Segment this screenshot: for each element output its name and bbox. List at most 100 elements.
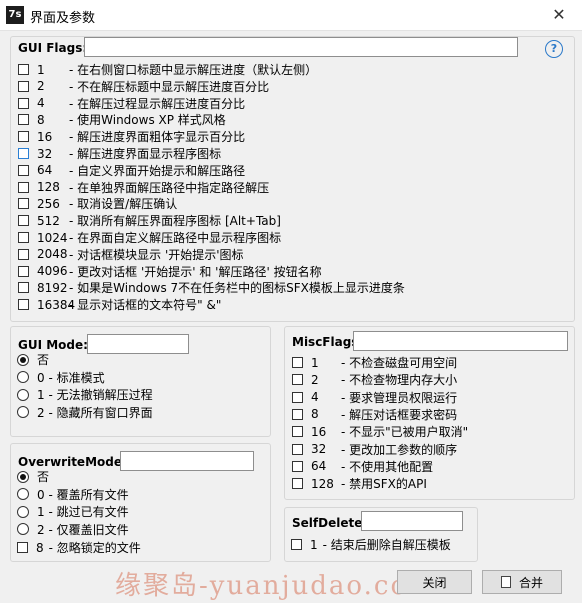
window-title: 界面及参数 — [30, 11, 96, 26]
misc-flag-checkbox[interactable] — [292, 374, 303, 386]
gui-flag-label: - 自定义界面开始提示和解压路径 — [69, 163, 246, 178]
gui-flag-value: 1 — [37, 62, 45, 77]
gui-flag-checkbox[interactable] — [18, 64, 29, 75]
misc-flag-value: 32 — [311, 442, 327, 456]
gui-mode-option[interactable]: 否 — [17, 351, 49, 368]
gui-flag-checkbox[interactable] — [18, 181, 29, 193]
gui-mode-radio[interactable] — [17, 371, 29, 383]
gui-flag-value: 4 — [37, 96, 45, 111]
misc-flags-input[interactable] — [353, 331, 568, 351]
misc-flag-row[interactable]: 16 - 不显示"已被用户取消" — [292, 423, 468, 440]
gui-flag-row[interactable]: 1024- 在界面自定义解压路径中显示程序图标 — [18, 229, 281, 246]
gui-flag-row[interactable]: 8192- 如果是Windows 7不在任务栏中的图标SFX模板上显示进度条 — [18, 279, 405, 296]
misc-flag-row[interactable]: 1 - 不检查磁盘可用空间 — [292, 354, 457, 371]
gui-flag-row[interactable]: 16384- 显示对话框的文本符号" &" — [18, 296, 221, 313]
misc-flag-checkbox[interactable] — [292, 460, 303, 472]
overwrite-mode-label: OverwriteMode: — [18, 455, 127, 469]
gui-mode-label: GUI Mode: — [18, 338, 88, 352]
close-window-icon[interactable]: ✕ — [536, 0, 582, 30]
gui-mode-radio[interactable] — [17, 406, 29, 418]
misc-flag-row[interactable]: 2 - 不检查物理内存大小 — [292, 371, 457, 388]
gui-flag-value: 1024 — [37, 230, 68, 245]
overwrite-mode-option-label: 0 - 覆盖所有文件 — [37, 487, 129, 502]
self-delete-input[interactable] — [361, 511, 463, 531]
gui-flag-checkbox[interactable] — [18, 97, 29, 109]
gui-flags-input[interactable] — [84, 37, 518, 57]
gui-flag-label: - 取消设置/解压确认 — [69, 197, 178, 212]
gui-flag-checkbox[interactable] — [18, 114, 29, 126]
gui-mode-option[interactable]: 0 - 标准模式 — [17, 369, 105, 386]
gui-flag-label: - 在界面自定义解压路径中显示程序图标 — [69, 231, 282, 245]
ignore-locked-checkbox[interactable] — [17, 542, 28, 553]
misc-flag-checkbox[interactable] — [292, 478, 303, 490]
gui-flag-row[interactable]: 2 - 不在解压标题中显示解压进度百分比 — [18, 78, 269, 95]
misc-flag-row[interactable]: 128 - 禁用SFX的API — [292, 475, 427, 492]
overwrite-mode-radio[interactable] — [17, 505, 29, 518]
misc-flag-checkbox[interactable] — [292, 443, 303, 455]
gui-flag-row[interactable]: 64 - 自定义界面开始提示和解压路径 — [18, 162, 245, 179]
gui-flag-row[interactable]: 128 - 在单独界面解压路径中指定路径解压 — [18, 179, 269, 196]
merge-button-label: 合并 — [518, 575, 543, 590]
gui-flag-row[interactable]: 4096- 更改对话框 '开始提示' 和 '解压路径' 按钮名称 — [18, 263, 322, 280]
gui-flag-checkbox[interactable] — [18, 248, 29, 260]
gui-flag-checkbox[interactable] — [18, 299, 29, 311]
gui-flag-checkbox[interactable] — [18, 80, 29, 92]
overwrite-mode-input[interactable] — [120, 451, 254, 471]
overwrite-mode-radio[interactable] — [17, 523, 29, 535]
gui-flag-row[interactable]: 1 - 在右侧窗口标题中显示解压进度（默认左侧） — [18, 61, 317, 78]
misc-flag-checkbox[interactable] — [292, 391, 303, 403]
misc-flag-checkbox[interactable] — [292, 408, 303, 420]
close-button[interactable]: 关闭 — [397, 570, 472, 594]
gui-flag-row[interactable]: 16 - 解压进度界面粗体字显示百分比 — [18, 128, 245, 145]
ignore-locked-row[interactable]: 8 - 忽略锁定的文件 — [17, 539, 141, 556]
misc-flag-value: 64 — [311, 459, 327, 474]
gui-flag-row[interactable]: 512 - 取消所有解压界面程序图标 [Alt+Tab] — [18, 212, 281, 229]
gui-flag-checkbox[interactable] — [18, 232, 29, 243]
merge-button[interactable]: 合并 — [482, 570, 562, 594]
help-icon[interactable]: ? — [545, 40, 563, 58]
gui-flag-row[interactable]: 8 - 使用Windows XP 样式风格 — [18, 111, 226, 128]
gui-flag-value: 128 — [37, 180, 60, 195]
gui-flag-row[interactable]: 256 - 取消设置/解压确认 — [18, 195, 177, 212]
gui-flag-checkbox[interactable] — [18, 164, 29, 176]
app-icon: 7s — [6, 6, 24, 24]
gui-flag-checkbox[interactable] — [18, 215, 29, 227]
gui-flag-row[interactable]: 32 - 解压进度界面显示程序图标 — [18, 145, 221, 162]
gui-mode-input[interactable] — [87, 334, 189, 354]
gui-mode-option[interactable]: 2 - 隐藏所有窗口界面 — [17, 404, 153, 421]
gui-flag-row[interactable]: 4 - 在解压过程显示解压进度百分比 — [18, 95, 245, 112]
misc-flag-label: - 要求管理员权限运行 — [341, 390, 458, 405]
gui-flag-checkbox[interactable] — [18, 198, 29, 210]
misc-flag-row[interactable]: 64 - 不使用其他配置 — [292, 458, 433, 475]
gui-flag-checkbox[interactable] — [18, 282, 29, 294]
self-delete-checkbox-row[interactable]: 1 - 结束后删除自解压模板 — [291, 536, 451, 553]
gui-flag-checkbox[interactable] — [18, 131, 29, 143]
gui-flag-checkbox[interactable] — [18, 148, 29, 159]
gui-mode-option[interactable]: 1 - 无法撤销解压过程 — [17, 386, 153, 403]
overwrite-mode-option[interactable]: 0 - 覆盖所有文件 — [17, 486, 129, 503]
misc-flag-row[interactable]: 4 - 要求管理员权限运行 — [292, 389, 457, 406]
misc-flag-checkbox[interactable] — [292, 426, 303, 438]
misc-flag-label: - 禁用SFX的API — [341, 477, 427, 492]
overwrite-mode-option[interactable]: 1 - 跳过已有文件 — [17, 503, 129, 520]
gui-flag-value: 8 — [37, 112, 45, 127]
gui-flag-row[interactable]: 2048- 对话框模块显示 '开始提示'图标 — [18, 246, 244, 263]
gui-flag-checkbox[interactable] — [18, 265, 29, 277]
misc-flag-label: - 更改加工参数的顺序 — [341, 442, 458, 457]
gui-mode-option-label: 2 - 隐藏所有窗口界面 — [37, 405, 153, 420]
ignore-locked-num: 8 — [36, 540, 44, 555]
self-delete-text: - 结束后删除自解压模板 — [322, 538, 451, 552]
gui-flag-label: - 解压进度界面显示程序图标 — [69, 147, 222, 161]
overwrite-mode-radio[interactable] — [17, 470, 29, 483]
overwrite-mode-option[interactable]: 2 - 仅覆盖旧文件 — [17, 521, 129, 538]
misc-flag-checkbox[interactable] — [292, 357, 303, 368]
misc-flag-row[interactable]: 32 - 更改加工参数的顺序 — [292, 441, 457, 458]
misc-flag-row[interactable]: 8 - 解压对话框要求密码 — [292, 406, 457, 423]
gui-mode-radio[interactable] — [17, 388, 29, 401]
self-delete-checkbox[interactable] — [291, 539, 302, 550]
overwrite-mode-option-label: 1 - 跳过已有文件 — [37, 505, 129, 519]
gui-mode-radio[interactable] — [17, 353, 29, 366]
overwrite-mode-radio[interactable] — [17, 488, 29, 500]
overwrite-mode-option[interactable]: 否 — [17, 468, 49, 485]
gui-flag-label: - 取消所有解压界面程序图标 [Alt+Tab] — [69, 214, 281, 229]
